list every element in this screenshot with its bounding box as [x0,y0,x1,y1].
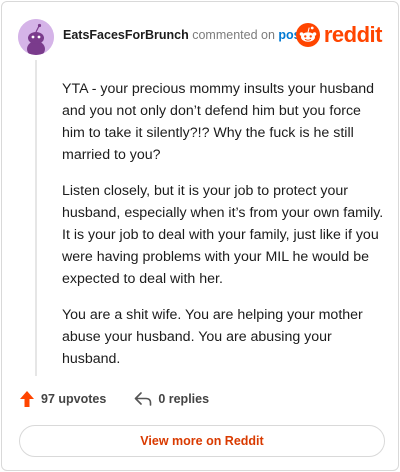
comment-header: EatsFacesForBrunch commented on post red… [18,16,384,55]
commented-on-text: commented on [192,28,275,42]
view-more-button[interactable]: View more on Reddit [19,425,385,457]
reddit-wordmark: reddit [323,22,383,47]
reply-count: 0 replies [158,392,210,406]
upvote-arrow-icon [20,391,34,407]
comment-paragraph: YTA - your precious mommy insults your h… [62,81,374,163]
comment-paragraph: Listen closely, but it is your job to pr… [62,183,384,287]
snoo-avatar-icon [18,19,54,55]
reddit-comment-embed: EatsFacesForBrunch commented on post red… [1,1,399,471]
comment-body: YTA - your precious mommy insults your h… [62,78,384,384]
username-link[interactable]: EatsFacesForBrunch [63,28,189,42]
reddit-snoo-icon [295,23,320,47]
reply-arrow-icon [135,392,152,406]
comment-meta: EatsFacesForBrunch commented on post [63,28,305,42]
reddit-logo[interactable]: reddit [295,22,383,48]
reply-button[interactable]: 0 replies [134,392,209,406]
comment-paragraph: You are a shit wife. You are helping you… [62,307,363,367]
avatar[interactable] [18,19,54,55]
upvote-button[interactable]: 97 upvotes [19,390,106,408]
thread-line[interactable] [35,60,37,376]
upvote-count: 97 upvotes [41,392,107,406]
comment-actions: 97 upvotes 0 replies [19,390,237,408]
